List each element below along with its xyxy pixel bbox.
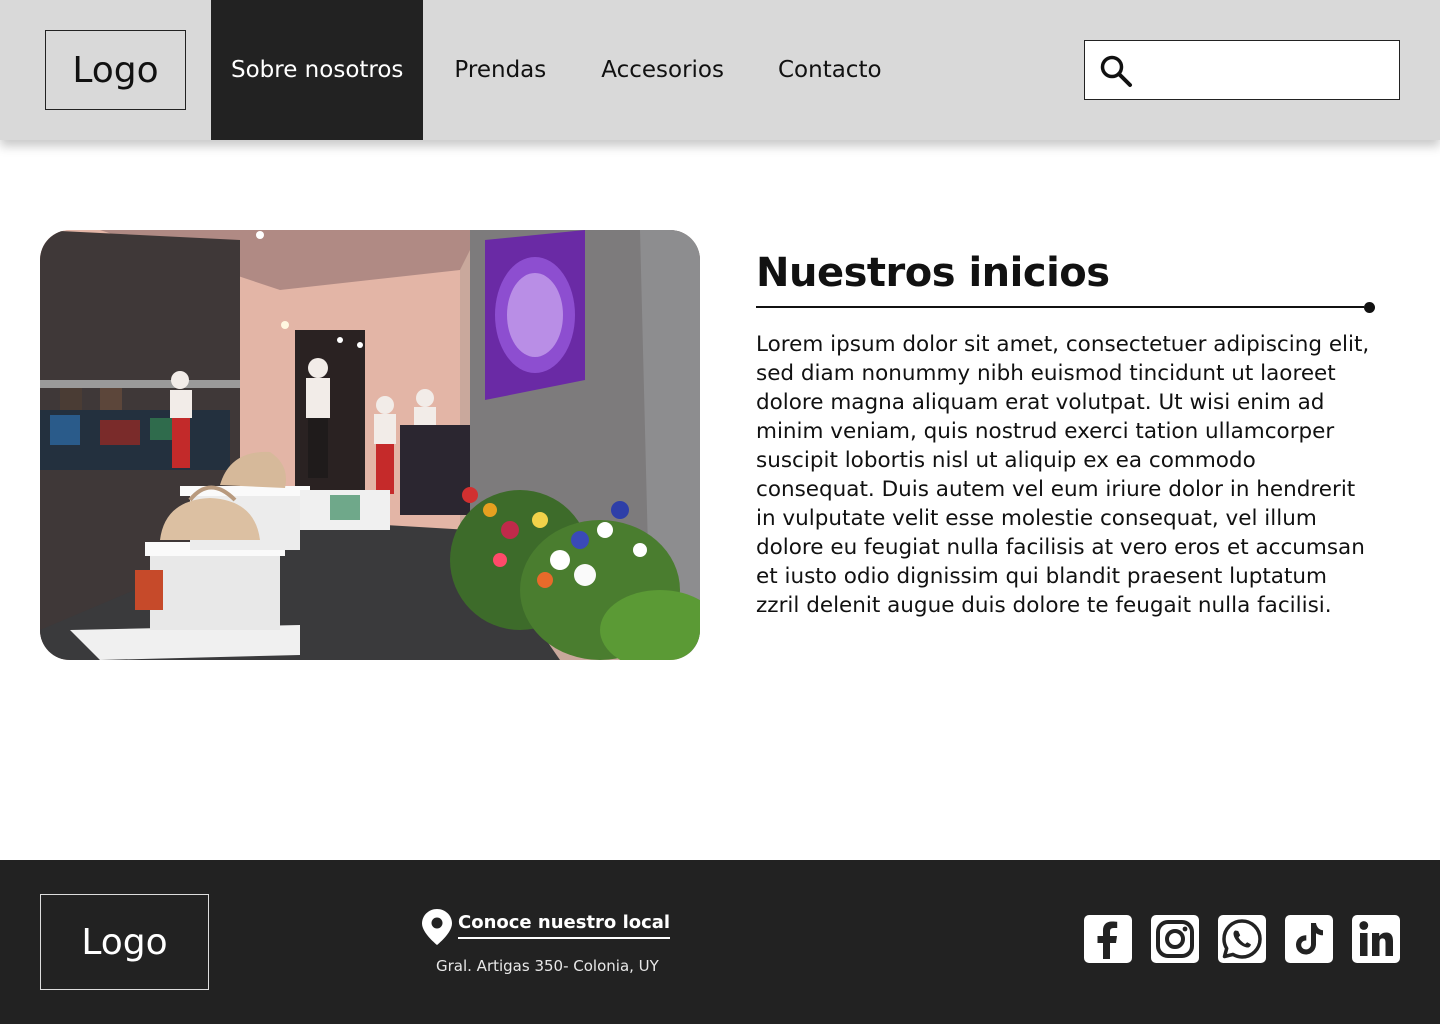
nav-item-contacto[interactable]: Contacto (724, 0, 882, 140)
nav-item-sobre-nosotros[interactable]: Sobre nosotros (211, 0, 424, 140)
facebook-icon[interactable] (1084, 915, 1132, 963)
search-icon[interactable] (1099, 54, 1133, 88)
tiktok-icon[interactable] (1285, 915, 1333, 963)
nav-item-prendas[interactable]: Prendas (423, 0, 546, 140)
instagram-icon[interactable] (1151, 915, 1199, 963)
header-logo[interactable]: Logo (45, 30, 186, 110)
main-nav: Sobre nosotros Prendas Accesorios Contac… (211, 0, 882, 140)
nav-item-accesorios[interactable]: Accesorios (546, 0, 724, 140)
store-interior-photo (40, 230, 700, 660)
section-body-text: Lorem ipsum dolor sit amet, consectetuer… (756, 332, 1370, 618)
social-links (1084, 915, 1400, 963)
site-footer: Logo Conoce nuestro local Gral. Artigas … (0, 860, 1440, 1024)
title-underline (756, 306, 1364, 308)
site-header: Logo Sobre nosotros Prendas Accesorios C… (0, 0, 1440, 140)
whatsapp-icon[interactable] (1218, 915, 1266, 963)
map-pin-icon (422, 909, 452, 945)
location-link[interactable]: Conoce nuestro local (458, 912, 671, 939)
linkedin-icon[interactable] (1352, 915, 1400, 963)
search-input[interactable] (1141, 49, 1389, 91)
section-title: Nuestros inicios (756, 250, 1110, 296)
store-address: Gral. Artigas 350- Colonia, UY (436, 957, 659, 975)
footer-logo[interactable]: Logo (40, 894, 209, 990)
title-underline-dot (1364, 302, 1375, 313)
search-box[interactable] (1084, 40, 1400, 100)
